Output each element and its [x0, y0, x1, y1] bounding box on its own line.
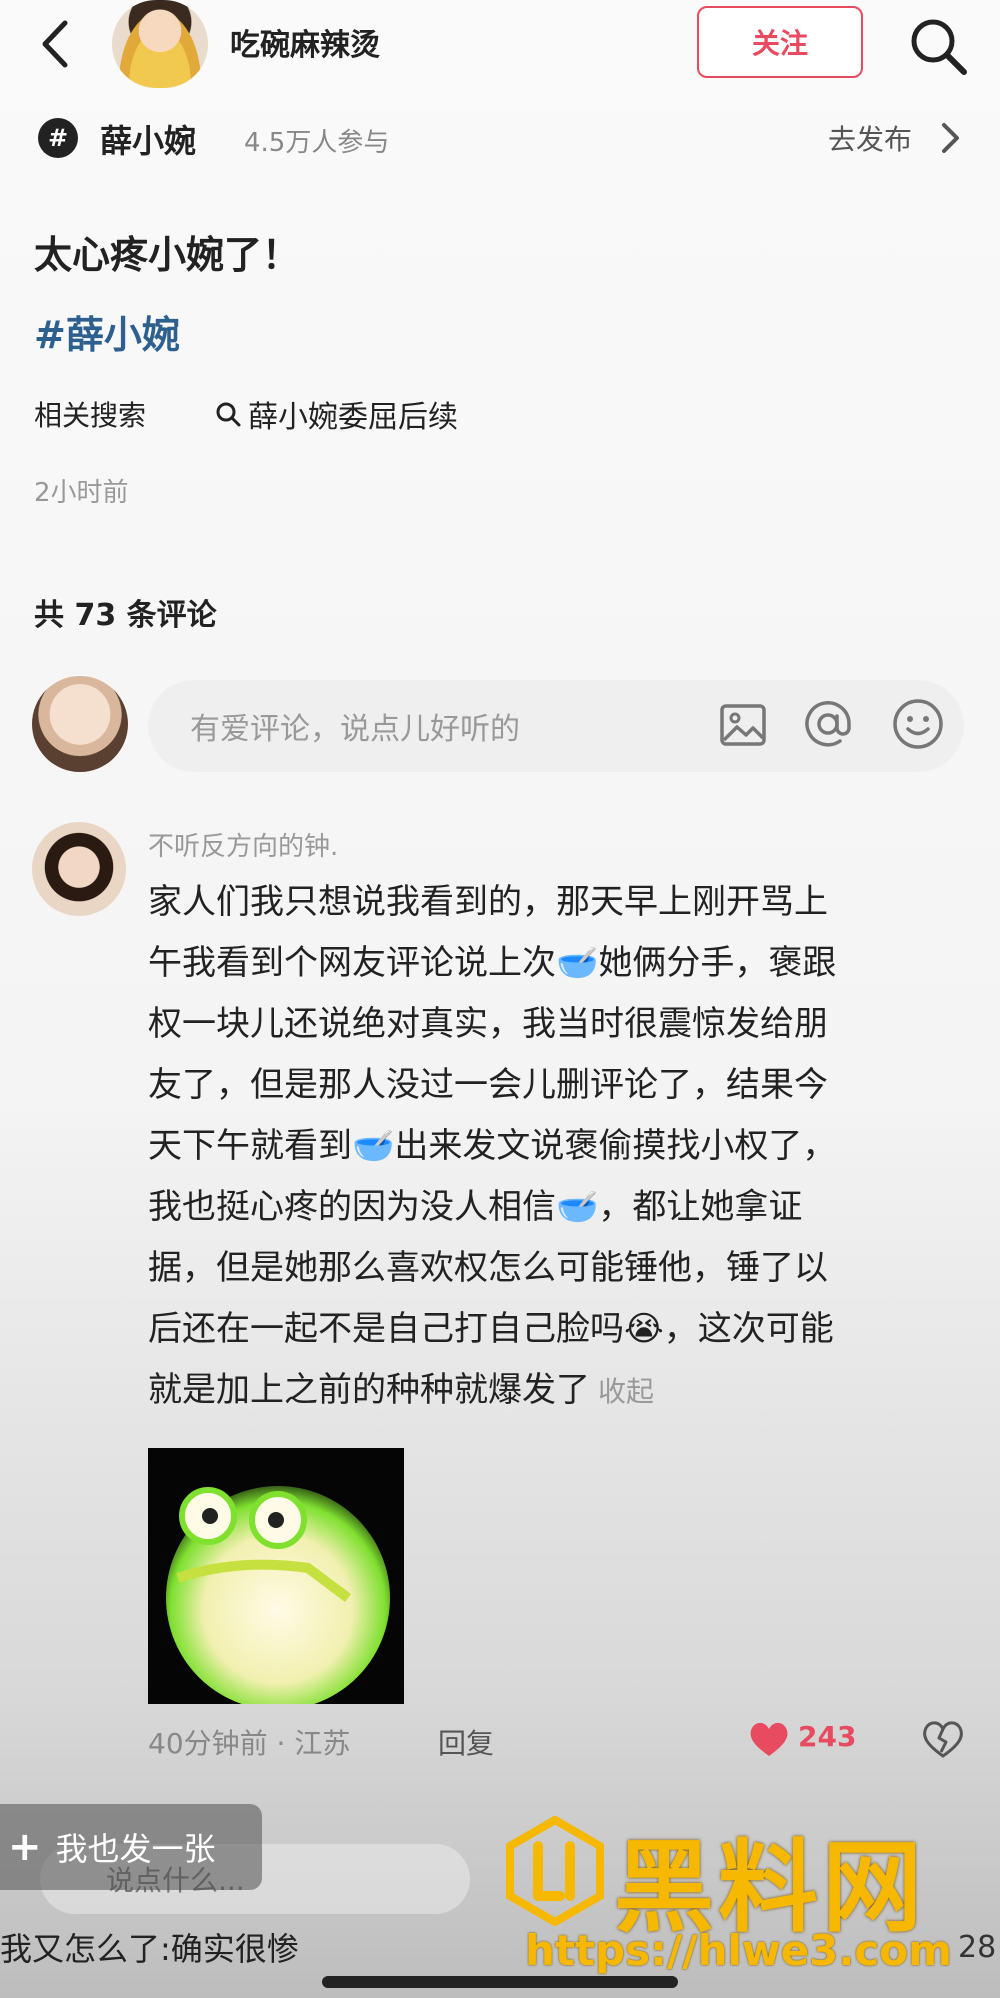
go-publish-link[interactable]: 去发布 — [828, 118, 912, 158]
heart-icon[interactable] — [748, 1720, 790, 1758]
comment-text: 家人们我只想说我看到的，那天早上刚开骂上 午我看到个网友评论说上次🥣她俩分手，褒… — [148, 872, 948, 1422]
post-one-too-label: 我也发一张 — [55, 1830, 216, 1868]
watermark-logo — [500, 1815, 610, 1927]
comment-meta: 40分钟前 · 江苏 — [148, 1727, 351, 1760]
at-icon[interactable] — [800, 696, 856, 752]
author-avatar[interactable] — [112, 0, 208, 88]
post-title: 太心疼小婉了！ — [34, 233, 301, 277]
image-icon[interactable] — [718, 700, 768, 750]
back-button[interactable] — [30, 14, 80, 74]
search-button[interactable] — [906, 14, 970, 78]
comment-line: 就是加上之前的种种就爆发了 — [148, 1370, 590, 1410]
post-one-too-button[interactable]: + 我也发一张 — [0, 1804, 262, 1890]
comment-line-last: 就是加上之前的种种就爆发了 收起 — [148, 1360, 948, 1422]
emoji-icon[interactable] — [890, 696, 946, 752]
comment-line: 家人们我只想说我看到的，那天早上刚开骂上 — [148, 882, 828, 922]
home-indicator[interactable] — [322, 1976, 678, 1988]
comment-line: 权一块儿还说绝对真实，我当时很震惊发给朋 — [148, 1004, 828, 1044]
related-search-label: 相关搜索 — [34, 399, 147, 432]
page-number: 28 — [958, 1930, 997, 1965]
related-search-item[interactable]: 薛小婉委屈后续 — [214, 392, 458, 436]
plus-icon: + — [8, 1824, 42, 1870]
comment-count: 共 73 条评论 — [34, 598, 217, 633]
commenter-avatar[interactable] — [32, 822, 126, 916]
reply-button[interactable]: 回复 — [438, 1722, 494, 1762]
collapse-link[interactable]: 收起 — [598, 1375, 654, 1408]
comment-line: 友了，但是那人没过一会儿删评论了，结果今 — [148, 1065, 828, 1105]
watermark-url: https://hlwe3.com — [525, 1926, 952, 1975]
comment-line: 后还在一起不是自己打自己脸吗😭，这次可能 — [148, 1309, 834, 1349]
broken-heart-icon[interactable] — [922, 1718, 964, 1760]
comment-line: 午我看到个网友评论说上次🥣她俩分手，褒跟 — [148, 943, 837, 983]
search-icon — [911, 19, 967, 75]
post-timestamp: 2小时前 — [34, 478, 129, 508]
hashtag-icon: # — [38, 118, 78, 158]
like-count: 243 — [798, 1720, 857, 1753]
bottom-caption: 我又怎么了:确实很惨 — [0, 1930, 299, 1968]
chevron-right-icon[interactable] — [936, 120, 964, 156]
search-small-icon — [216, 402, 241, 427]
comment-line: 据，但是她那么喜欢权怎么可能锤他，锤了以 — [148, 1248, 828, 1288]
my-avatar — [32, 676, 128, 772]
comment-line: 天下午就看到🥣出来发文说褒偷摸找小权了， — [148, 1126, 837, 1166]
topic-name[interactable]: 薛小婉 — [100, 116, 196, 162]
back-arrow-icon — [42, 20, 68, 68]
author-username[interactable]: 吃碗麻辣烫 — [230, 20, 380, 64]
post-hashtag-link[interactable]: #薛小婉 — [34, 304, 180, 359]
comment-line: 我也挺心疼的因为没人相信🥣，都让她拿证 — [148, 1187, 803, 1227]
related-search-query: 薛小婉委屈后续 — [248, 400, 458, 435]
follow-button[interactable]: 关注 — [697, 6, 863, 78]
commenter-name[interactable]: 不听反方向的钟. — [148, 826, 338, 863]
topic-participants: 4.5万人参与 — [244, 128, 390, 158]
comment-sticker-image[interactable] — [148, 1448, 404, 1704]
